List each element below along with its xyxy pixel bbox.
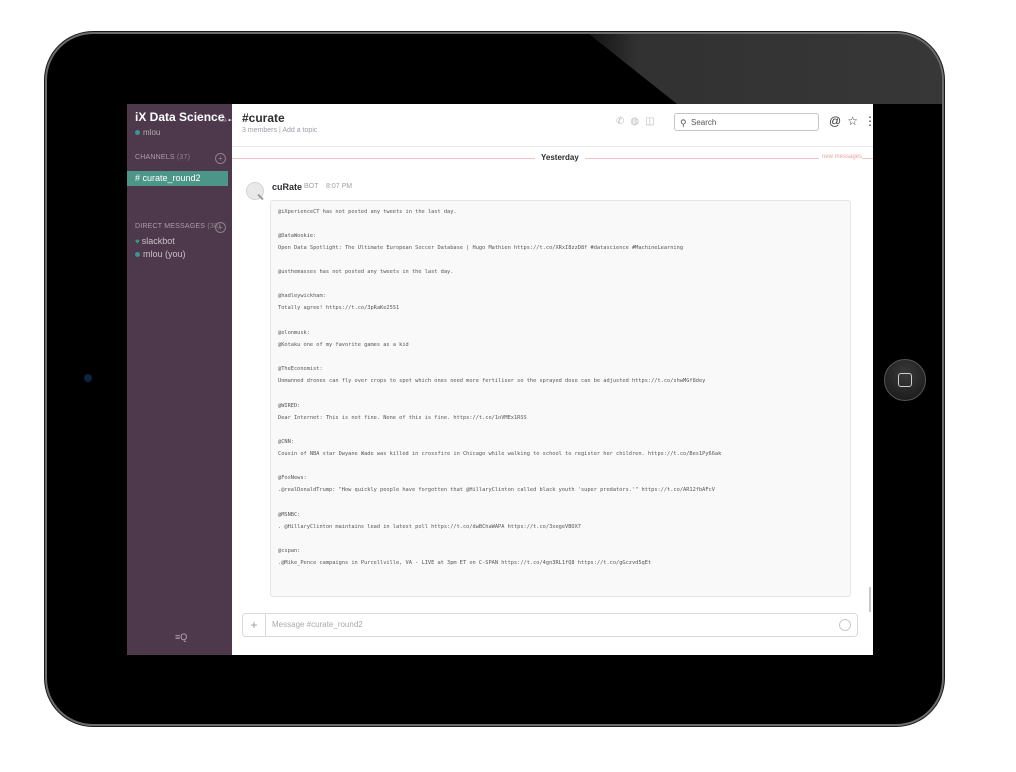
message-line: @iXperienceCT has not posted any tweets … bbox=[278, 209, 457, 215]
channels-count: (37) bbox=[176, 154, 191, 161]
message-composer[interactable]: + Message #curate_round2 bbox=[242, 613, 858, 637]
message-line: Open Data Spotlight: The Ultimate Europe… bbox=[278, 245, 684, 251]
message-timestamp[interactable]: 8:07 PM bbox=[326, 183, 352, 190]
message-line: @usthemasses has not posted any tweets i… bbox=[278, 269, 454, 275]
message-line: @FoxNews: bbox=[278, 475, 307, 481]
add-dm-icon[interactable]: + bbox=[215, 222, 226, 233]
message-line: . @HillaryClinton maintains lead in late… bbox=[278, 524, 581, 530]
avatar[interactable] bbox=[246, 182, 264, 200]
message-line: Dear Internet: This is not fine. None of… bbox=[278, 415, 527, 421]
panel-icon[interactable]: ◫ bbox=[645, 116, 660, 127]
meta-separator: | bbox=[278, 127, 281, 134]
message-line: .@realDonaldTrump: "How quickly people h… bbox=[278, 487, 715, 493]
message-input[interactable]: Message #curate_round2 bbox=[272, 620, 363, 629]
user-name: mlou bbox=[143, 128, 161, 137]
channel-title[interactable]: #curate bbox=[242, 111, 285, 125]
heart-icon: ♥ bbox=[135, 237, 140, 246]
bot-badge: BOT bbox=[304, 183, 319, 190]
message-line: @MSNBC: bbox=[278, 512, 301, 518]
search-filter-icon[interactable]: ≡Q bbox=[175, 632, 187, 642]
presence-dot-icon bbox=[135, 130, 140, 136]
sidebar-item-mlou[interactable]: mlou (you) bbox=[135, 249, 186, 259]
new-messages-label: new messages bbox=[819, 154, 863, 160]
message-line: Unmanned drones can fly over crops to sp… bbox=[278, 378, 706, 384]
search-input[interactable]: ⚲ Search bbox=[674, 113, 819, 131]
screen-glare bbox=[589, 34, 942, 104]
dm-name: slackbot bbox=[141, 236, 175, 246]
member-count[interactable]: 3 members bbox=[242, 127, 277, 134]
search-icon: ⚲ bbox=[680, 118, 687, 128]
day-label: Yesterday bbox=[535, 153, 585, 162]
add-channel-icon[interactable]: + bbox=[215, 153, 226, 164]
message-line: @CNN: bbox=[278, 439, 294, 445]
message-line: @Kotaku one of my favorite games as a ki… bbox=[278, 342, 409, 348]
app-screen: iX Data Science ... ⌄ △ mlou CHANNELS (3… bbox=[127, 104, 873, 655]
message-line: @WIRED: bbox=[278, 403, 301, 409]
add-topic-link[interactable]: Add a topic bbox=[282, 127, 317, 134]
header-right-icons: @☆⋮ bbox=[829, 114, 873, 128]
header-icons: ✆◍◫ bbox=[616, 116, 661, 127]
message-line: Cousin of NBA star Dwyane Wade was kille… bbox=[278, 451, 722, 457]
dm-header[interactable]: DIRECT MESSAGES (38) bbox=[135, 223, 221, 230]
sidebar: iX Data Science ... ⌄ △ mlou CHANNELS (3… bbox=[127, 104, 249, 655]
home-square-icon bbox=[898, 373, 912, 387]
message-author[interactable]: cuRate bbox=[272, 182, 302, 192]
mentions-icon[interactable]: @ bbox=[829, 114, 847, 128]
channel-header: #curate 3 members | Add a topic ✆◍◫ ⚲ Se… bbox=[232, 104, 873, 147]
message-line: @elonmusk: bbox=[278, 330, 310, 336]
star-icon[interactable]: ☆ bbox=[847, 114, 864, 128]
dm-label: DIRECT MESSAGES bbox=[135, 223, 206, 230]
message-line: @cspan: bbox=[278, 548, 301, 554]
scrollbar[interactable] bbox=[869, 587, 871, 612]
presence-dot-icon bbox=[135, 252, 140, 258]
dm-name: mlou (you) bbox=[143, 249, 186, 259]
channels-header[interactable]: CHANNELS (37) bbox=[135, 154, 190, 161]
camera bbox=[84, 374, 92, 382]
bell-icon[interactable]: △ bbox=[219, 112, 227, 123]
message-line: Totally agree! https://t.co/3pRaKe25S1 bbox=[278, 305, 400, 311]
message-line: @TheEconomist: bbox=[278, 366, 323, 372]
message-code-block: @iXperienceCT has not posted any tweets … bbox=[270, 200, 851, 597]
plus-icon[interactable]: + bbox=[243, 614, 266, 636]
sidebar-item-curate-round2[interactable]: # curate_round2 bbox=[127, 171, 228, 186]
info-icon[interactable]: ◍ bbox=[630, 116, 645, 127]
channels-label: CHANNELS bbox=[135, 154, 175, 161]
channel-meta: 3 members | Add a topic bbox=[242, 127, 317, 134]
more-icon[interactable]: ⋮ bbox=[864, 114, 873, 128]
sidebar-item-slackbot[interactable]: ♥ slackbot bbox=[135, 236, 175, 246]
home-button[interactable] bbox=[884, 359, 926, 401]
message-line: @DataWookie: bbox=[278, 233, 317, 239]
message-line: .@Mike_Pence campaigns in Purcellville, … bbox=[278, 560, 652, 566]
search-placeholder: Search bbox=[691, 118, 717, 127]
user-status[interactable]: mlou bbox=[135, 128, 160, 137]
emoji-icon[interactable] bbox=[839, 619, 851, 631]
phone-icon[interactable]: ✆ bbox=[616, 116, 630, 127]
message-line: @hadleywickham: bbox=[278, 293, 326, 299]
